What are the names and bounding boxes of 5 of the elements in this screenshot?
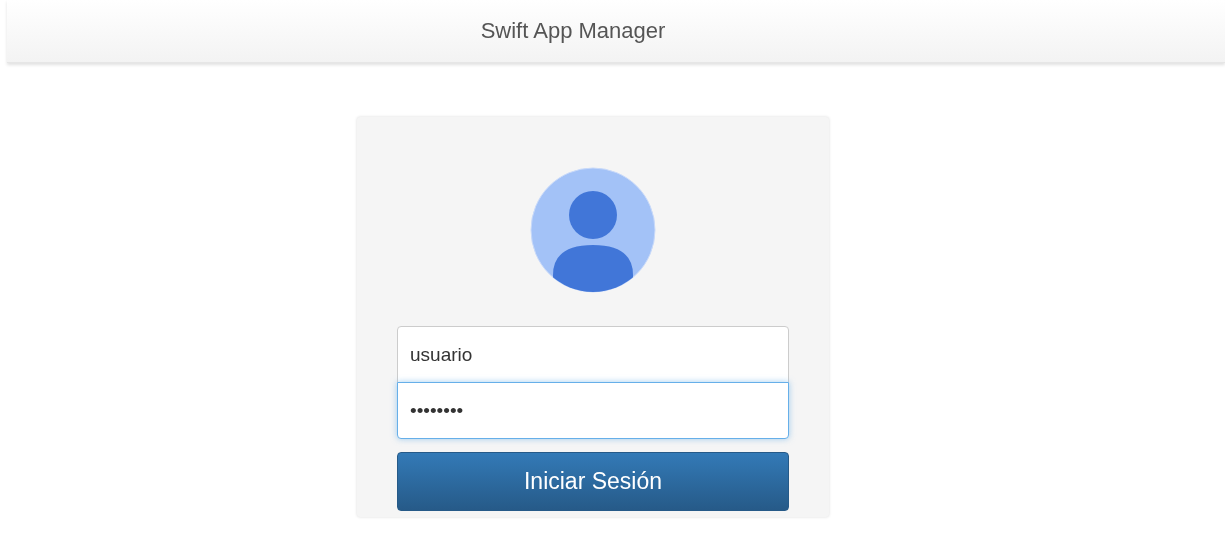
avatar-icon (530, 167, 656, 293)
login-button[interactable]: Iniciar Sesión (397, 452, 789, 511)
username-field[interactable]: usuario (397, 326, 789, 383)
app-title: Swift App Manager (480, 18, 666, 44)
password-field[interactable]: •••••••• (397, 382, 789, 439)
